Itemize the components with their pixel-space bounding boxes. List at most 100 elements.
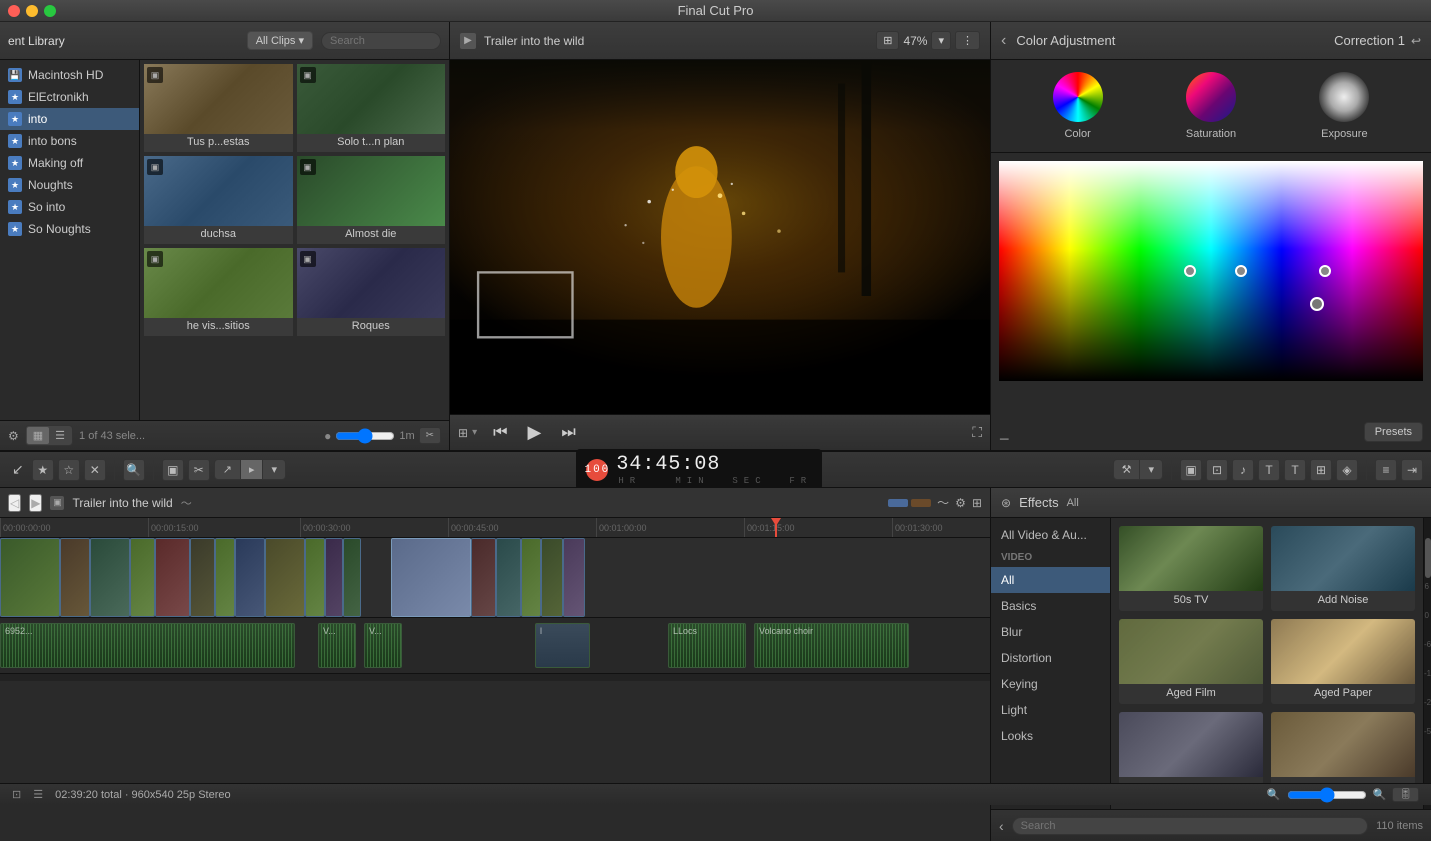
table-row[interactable]: 6952... <box>0 623 295 668</box>
fullscreen-button[interactable]: ⛶ <box>972 424 982 441</box>
go-to-end-button[interactable]: ⏭ <box>557 424 579 442</box>
sidebar-item-macintosh[interactable]: 💾 Macintosh HD <box>0 64 139 86</box>
table-row[interactable] <box>190 538 215 617</box>
color-handle-3[interactable] <box>1319 265 1331 277</box>
sidebar-item-sonoughts[interactable]: ★ So Noughts <box>0 218 139 240</box>
sidebar-item-makingoff[interactable]: ★ Making off <box>0 152 139 174</box>
audio-meter-button[interactable]: 🎚 <box>1392 787 1419 802</box>
preview-aspect-button[interactable]: ⊞ ▾ <box>458 426 477 440</box>
tool-group-select[interactable]: ▸ <box>241 460 264 479</box>
tool-clip-button[interactable]: ▣ <box>162 459 184 481</box>
color-tool-exposure[interactable]: Exposure <box>1319 72 1369 140</box>
sidebar-item-electronikh[interactable]: ★ ElEctronikh <box>0 86 139 108</box>
list-item[interactable] <box>1271 712 1415 785</box>
table-row[interactable]: Ha... <box>0 538 60 617</box>
play-button[interactable]: ▶ <box>524 422 546 443</box>
table-row[interactable] <box>130 538 155 617</box>
table-row[interactable]: H... <box>90 538 130 617</box>
close-button[interactable] <box>8 5 20 17</box>
library-filter-button[interactable]: All Clips ▾ <box>247 31 313 50</box>
table-row[interactable]: H... <box>265 538 305 617</box>
photo-type-button[interactable]: ⊡ <box>1206 459 1228 481</box>
table-row[interactable] <box>215 538 235 617</box>
trim-tool-dropdown[interactable]: ▾ <box>1140 460 1162 479</box>
timeline-play-button[interactable]: ▶ <box>29 494 42 512</box>
color-tool-color[interactable]: Color <box>1053 72 1103 140</box>
sidebar-item-sointo[interactable]: ★ So into <box>0 196 139 218</box>
table-row[interactable]: l <box>535 623 590 668</box>
title-type-button[interactable]: T <box>1258 459 1280 481</box>
list-item[interactable]: Aged Film <box>1119 619 1263 704</box>
clip-trim-button[interactable]: ✂ <box>419 427 441 444</box>
table-row[interactable]: V... <box>318 623 356 668</box>
table-row[interactable]: H. <box>325 538 343 617</box>
effects-all-button[interactable]: All <box>1067 497 1079 509</box>
effects-category-all[interactable]: All <box>991 567 1110 593</box>
table-row[interactable] <box>60 538 90 617</box>
tool-arrow-button[interactable]: ↙ <box>8 459 28 480</box>
timeline-settings-button[interactable]: ⚙ <box>955 496 966 510</box>
tool-blade-button[interactable]: ✂ <box>188 459 210 481</box>
preview-settings-button[interactable]: ⋮ <box>955 31 980 50</box>
color-gradient[interactable] <box>999 161 1423 381</box>
maximize-button[interactable] <box>44 5 56 17</box>
table-row[interactable]: LLocs <box>668 623 746 668</box>
timeline-zoom-slider[interactable] <box>1287 787 1367 803</box>
preview-fit-button[interactable]: ⊞ <box>876 31 899 50</box>
timeline-view-button[interactable]: ⊞ <box>972 496 982 510</box>
list-view-button[interactable]: ☰ <box>49 427 71 444</box>
table-row[interactable]: Volcano choir <box>754 623 909 668</box>
sidebar-item-noughts[interactable]: ★ Noughts <box>0 174 139 196</box>
color-handle-4[interactable] <box>1310 297 1324 311</box>
table-row[interactable] <box>391 538 471 617</box>
effects-category-keying[interactable]: Keying <box>991 671 1110 697</box>
zoom-slider[interactable] <box>335 428 395 444</box>
sidebar-item-into[interactable]: ★ into <box>0 108 139 130</box>
generator-type-button[interactable]: ⊞ <box>1310 459 1332 481</box>
list-item[interactable] <box>1119 712 1263 785</box>
presets-button[interactable]: Presets <box>1364 422 1423 442</box>
scrollbar-thumb[interactable] <box>1425 538 1431 578</box>
effects-category-distortion[interactable]: Distortion <box>991 645 1110 671</box>
timeline-waveform-button[interactable]: 〜 <box>937 494 949 511</box>
preview-zoom-dropdown[interactable]: ▾ <box>931 31 951 50</box>
list-item[interactable]: ▣ Tus p...estas <box>144 64 293 152</box>
theme-type-button[interactable]: ◈ <box>1336 459 1358 481</box>
effects-scrollbar[interactable]: 6 0 -6 -12 -20 -50 <box>1423 518 1431 809</box>
zoom-in-icon[interactable]: 🔍 <box>1373 788 1387 801</box>
table-row[interactable]: H. <box>343 538 361 617</box>
sidebar-item-intobons[interactable]: ★ into bons <box>0 130 139 152</box>
trim-tool-button[interactable]: ⚒ <box>1114 460 1141 479</box>
effects-back-button[interactable]: ‹ <box>999 818 1004 834</box>
grid-view-button[interactable]: ▦ <box>27 427 49 444</box>
list-item[interactable]: 50s TV <box>1119 526 1263 611</box>
library-search-input[interactable] <box>321 32 441 50</box>
table-row[interactable] <box>471 538 496 617</box>
list-item[interactable]: ▣ Roques <box>297 248 446 336</box>
tool-rating-neutral-button[interactable]: ☆ <box>58 459 80 481</box>
effects-category-looks[interactable]: Looks <box>991 723 1110 749</box>
table-row[interactable] <box>496 538 521 617</box>
effects-category-blur[interactable]: Blur <box>991 619 1110 645</box>
list-item[interactable]: ▣ he vis...sitios <box>144 248 293 336</box>
color-tool-saturation[interactable]: Saturation <box>1186 72 1236 140</box>
effects-category-basics[interactable]: Basics <box>991 593 1110 619</box>
effects-category-all-video[interactable]: All Video & Au... <box>991 522 1110 548</box>
more-button[interactable]: ≡ <box>1375 459 1397 481</box>
library-settings-button[interactable]: ⚙ <box>8 429 19 443</box>
list-item[interactable]: Aged Paper <box>1271 619 1415 704</box>
effects-search-input[interactable] <box>1012 817 1368 835</box>
zoom-minus-icon[interactable]: ● <box>324 429 331 443</box>
color-handle-1[interactable] <box>1184 265 1196 277</box>
timeline-back-button[interactable]: ◁ <box>8 494 21 512</box>
effects-category-light[interactable]: Light <box>991 697 1110 723</box>
table-row[interactable]: V... <box>364 623 402 668</box>
go-to-start-button[interactable]: ⏮ <box>489 424 511 442</box>
color-handle-2[interactable] <box>1235 265 1247 277</box>
text-type-button[interactable]: T <box>1284 459 1306 481</box>
color-reset-button[interactable]: ↩ <box>1411 34 1421 48</box>
tool-group-dropdown[interactable]: ▾ <box>263 460 285 479</box>
list-item[interactable]: Add Noise <box>1271 526 1415 611</box>
list-item[interactable]: ▣ duchsa <box>144 156 293 244</box>
table-row[interactable] <box>235 538 265 617</box>
